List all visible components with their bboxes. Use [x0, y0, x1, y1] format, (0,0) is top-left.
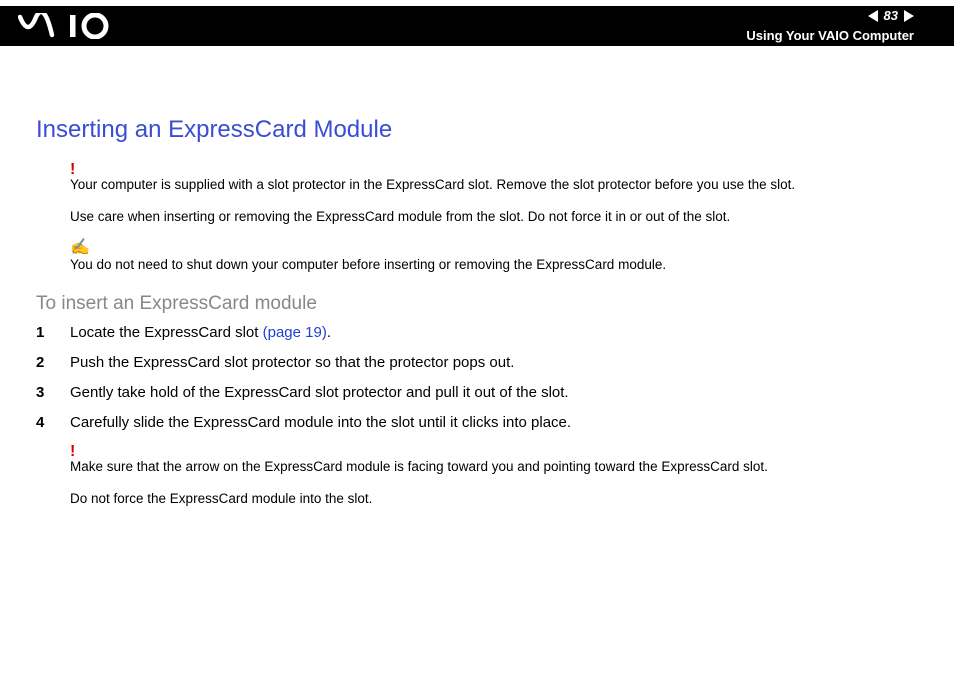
steps-list: 1 Locate the ExpressCard slot (page 19).…: [36, 323, 918, 434]
step-text: Locate the ExpressCard slot (page 19).: [70, 323, 331, 343]
vaio-logo: [18, 13, 118, 44]
step-number: 3: [36, 383, 70, 403]
step-2: 2 Push the ExpressCard slot protector so…: [36, 353, 918, 373]
next-page-icon[interactable]: [904, 10, 914, 22]
warning-text-2: Use care when inserting or removing the …: [70, 208, 918, 226]
page-title: Inserting an ExpressCard Module: [36, 116, 918, 144]
page-number: 83: [884, 8, 898, 23]
warning-text-4: Do not force the ExpressCard module into…: [70, 490, 918, 508]
step-text: Push the ExpressCard slot protector so t…: [70, 353, 514, 373]
note-text-1: You do not need to shut down your comput…: [70, 256, 918, 274]
step-3: 3 Gently take hold of the ExpressCard sl…: [36, 383, 918, 403]
page-link-19[interactable]: (page 19): [263, 324, 327, 341]
step-text: Gently take hold of the ExpressCard slot…: [70, 383, 569, 403]
warning-text-3: Make sure that the arrow on the ExpressC…: [70, 458, 918, 476]
step-1: 1 Locate the ExpressCard slot (page 19).: [36, 323, 918, 343]
step-4: 4 Carefully slide the ExpressCard module…: [36, 413, 918, 433]
page-content: Inserting an ExpressCard Module ! Your c…: [36, 116, 918, 522]
subheading: To insert an ExpressCard module: [36, 293, 918, 315]
section-title: Using Your VAIO Computer: [746, 28, 914, 43]
note-icon: ✍: [70, 240, 918, 256]
step-number: 4: [36, 413, 70, 433]
warning-text-1: Your computer is supplied with a slot pr…: [70, 176, 918, 194]
prev-page-icon[interactable]: [868, 10, 878, 22]
step-number: 2: [36, 353, 70, 373]
header-bar: 83 Using Your VAIO Computer: [0, 6, 954, 46]
step-number: 1: [36, 323, 70, 343]
step-text: Carefully slide the ExpressCard module i…: [70, 413, 571, 433]
page-nav: 83: [868, 8, 914, 23]
